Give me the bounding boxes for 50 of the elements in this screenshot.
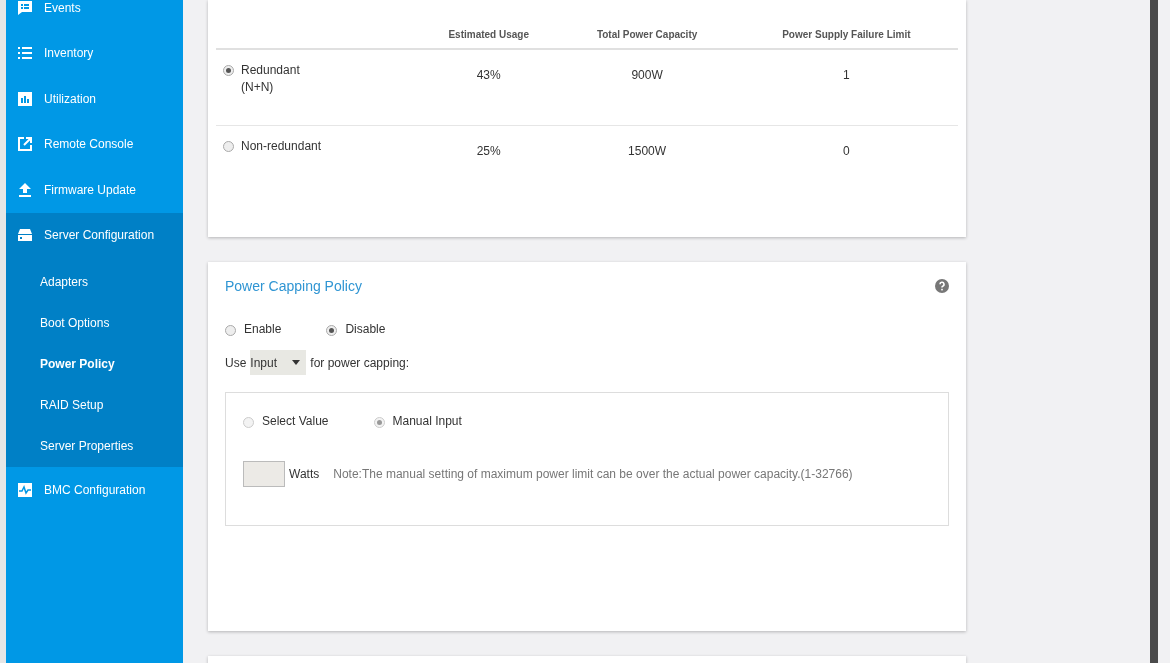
radio-button[interactable] [326, 325, 338, 336]
sidebar-subitem[interactable]: Power Policy [6, 344, 183, 385]
radio-button[interactable] [243, 417, 254, 428]
sidebar-subitem[interactable]: Server Properties [6, 426, 183, 467]
table-cell: 0 [843, 144, 850, 158]
sidebar-item[interactable]: Remote Console [6, 121, 183, 167]
pulse-icon [18, 482, 32, 497]
radio-button[interactable] [225, 325, 236, 336]
row-label: Redundant [241, 62, 300, 79]
help-icon[interactable] [935, 279, 949, 293]
table-cell: 25% [476, 144, 501, 158]
note-text: Note:The manual setting of maximum power limit can be over the actual power capacity.(1-32766) [333, 467, 853, 481]
radio-button[interactable] [223, 141, 234, 152]
table-cell: 43% [476, 68, 501, 82]
radio-label: Disable [345, 322, 386, 336]
sidebar-item[interactable]: Utilization [6, 76, 183, 122]
sidebar-item[interactable]: Events [6, 0, 183, 31]
sidebar-item[interactable]: BMC Configuration [6, 467, 183, 513]
upload-icon [18, 182, 32, 197]
row-label: (N+N) [241, 79, 275, 96]
sidebar-item[interactable]: Server Configuration [6, 212, 183, 258]
radio-label: Enable [244, 322, 282, 336]
column-header: Total Power Capacity [596, 28, 698, 40]
table-cell: 1 [843, 68, 850, 82]
use-label: Use [225, 355, 247, 370]
scrollbar[interactable] [1150, 0, 1158, 663]
radio-button[interactable] [373, 417, 385, 428]
radio-label: Select Value [262, 414, 329, 428]
bar-chart-icon [18, 91, 32, 106]
external-link-icon [18, 137, 32, 152]
sidebar-subitem[interactable]: Adapters [6, 262, 183, 303]
table-cell: 900W [631, 68, 663, 82]
server-icon [18, 228, 32, 243]
list-icon [18, 46, 32, 61]
radio-label: Manual Input [392, 414, 462, 428]
watts-input[interactable] [243, 461, 285, 487]
table-cell: 1500W [628, 144, 667, 158]
sidebar-item[interactable]: Inventory [6, 30, 183, 76]
caret-icon [292, 360, 301, 365]
radio-button[interactable] [223, 65, 234, 76]
watts-label: Watts [289, 467, 320, 481]
use-suffix: for power capping: [310, 355, 410, 370]
card-title: Power Capping Policy [225, 278, 362, 294]
sidebar-item[interactable]: Firmware Update [6, 167, 183, 213]
column-header: Estimated Usage [448, 28, 529, 40]
sidebar-subitem[interactable]: Boot Options [6, 303, 183, 344]
sidebar-subitem[interactable]: RAID Setup [6, 385, 183, 426]
column-header: Power Supply Failure Limit [782, 28, 911, 40]
row-label: Non-redundant [241, 138, 322, 155]
capping-dropdown[interactable]: Input [250, 350, 307, 375]
